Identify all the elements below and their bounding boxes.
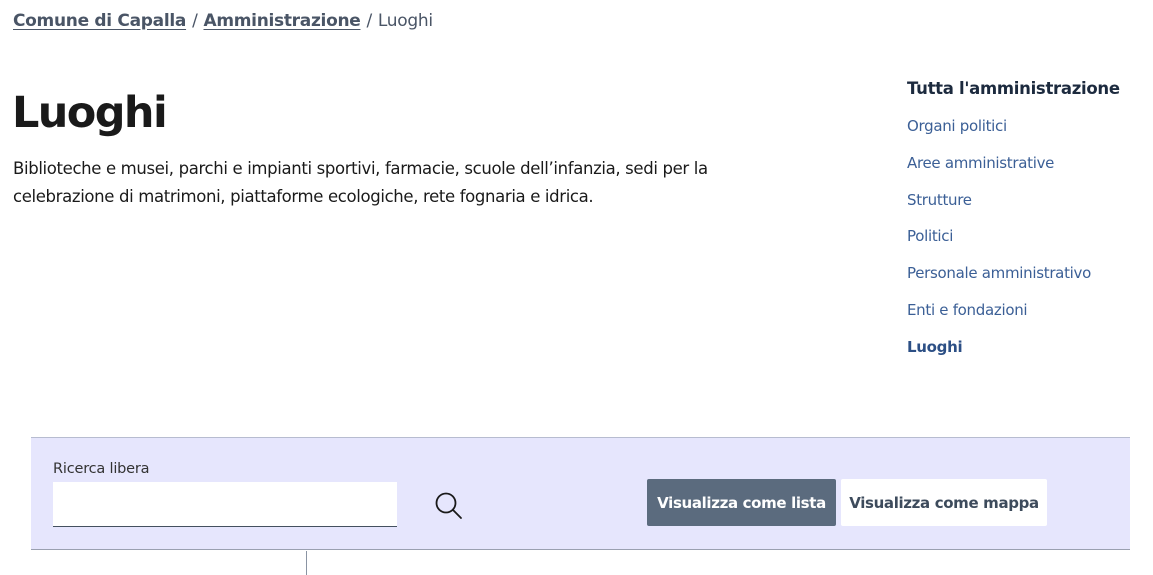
breadcrumb-link-amministrazione[interactable]: Amministrazione — [204, 11, 361, 31]
side-nav-link-politici[interactable]: Politici — [907, 227, 953, 245]
side-nav-item-enti-fondazioni: Enti e fondazioni — [907, 299, 1147, 321]
page-title: Luoghi — [12, 88, 168, 138]
side-nav-item-personale-amministrativo: Personale amministrativo — [907, 262, 1147, 284]
side-nav-item-luoghi: Luoghi — [907, 336, 1147, 358]
search-panel: Ricerca libera Visualizza come lista Vis… — [31, 437, 1130, 550]
side-nav-link-personale-amministrativo[interactable]: Personale amministrativo — [907, 264, 1091, 282]
search-input[interactable] — [53, 482, 397, 527]
side-nav-title: Tutta l'amministrazione — [907, 79, 1120, 98]
side-nav-item-organi-politici: Organi politici — [907, 115, 1147, 137]
view-as-list-button[interactable]: Visualizza come lista — [647, 479, 836, 526]
side-nav-link-aree-amministrative[interactable]: Aree amministrative — [907, 154, 1054, 172]
side-nav-link-organi-politici[interactable]: Organi politici — [907, 117, 1007, 135]
search-button[interactable] — [433, 490, 465, 522]
view-as-map-button[interactable]: Visualizza come mappa — [841, 479, 1047, 526]
side-nav-item-aree-amministrative: Aree amministrative — [907, 152, 1147, 174]
side-nav-link-luoghi[interactable]: Luoghi — [907, 338, 963, 356]
side-nav-link-enti-fondazioni[interactable]: Enti e fondazioni — [907, 301, 1028, 319]
breadcrumb-separator: / — [366, 11, 372, 31]
side-nav-list: Organi politici Aree amministrative Stru… — [907, 115, 1147, 358]
search-label: Ricerca libera — [53, 461, 150, 477]
side-nav-item-politici: Politici — [907, 225, 1147, 247]
page-description: Biblioteche e musei, parchi e impianti s… — [13, 159, 708, 206]
content-divider — [306, 551, 307, 575]
breadcrumb: Comune di Capalla / Amministrazione / Luoghi — [13, 11, 433, 31]
breadcrumb-link-home[interactable]: Comune di Capalla — [13, 11, 186, 31]
search-icon — [435, 492, 462, 519]
breadcrumb-current: Luoghi — [377, 11, 433, 31]
side-nav-item-strutture: Strutture — [907, 189, 1147, 211]
breadcrumb-separator: / — [192, 11, 198, 31]
side-nav: Tutta l'amministrazione Organi politici … — [907, 78, 1147, 373]
side-nav-link-strutture[interactable]: Strutture — [907, 191, 972, 209]
